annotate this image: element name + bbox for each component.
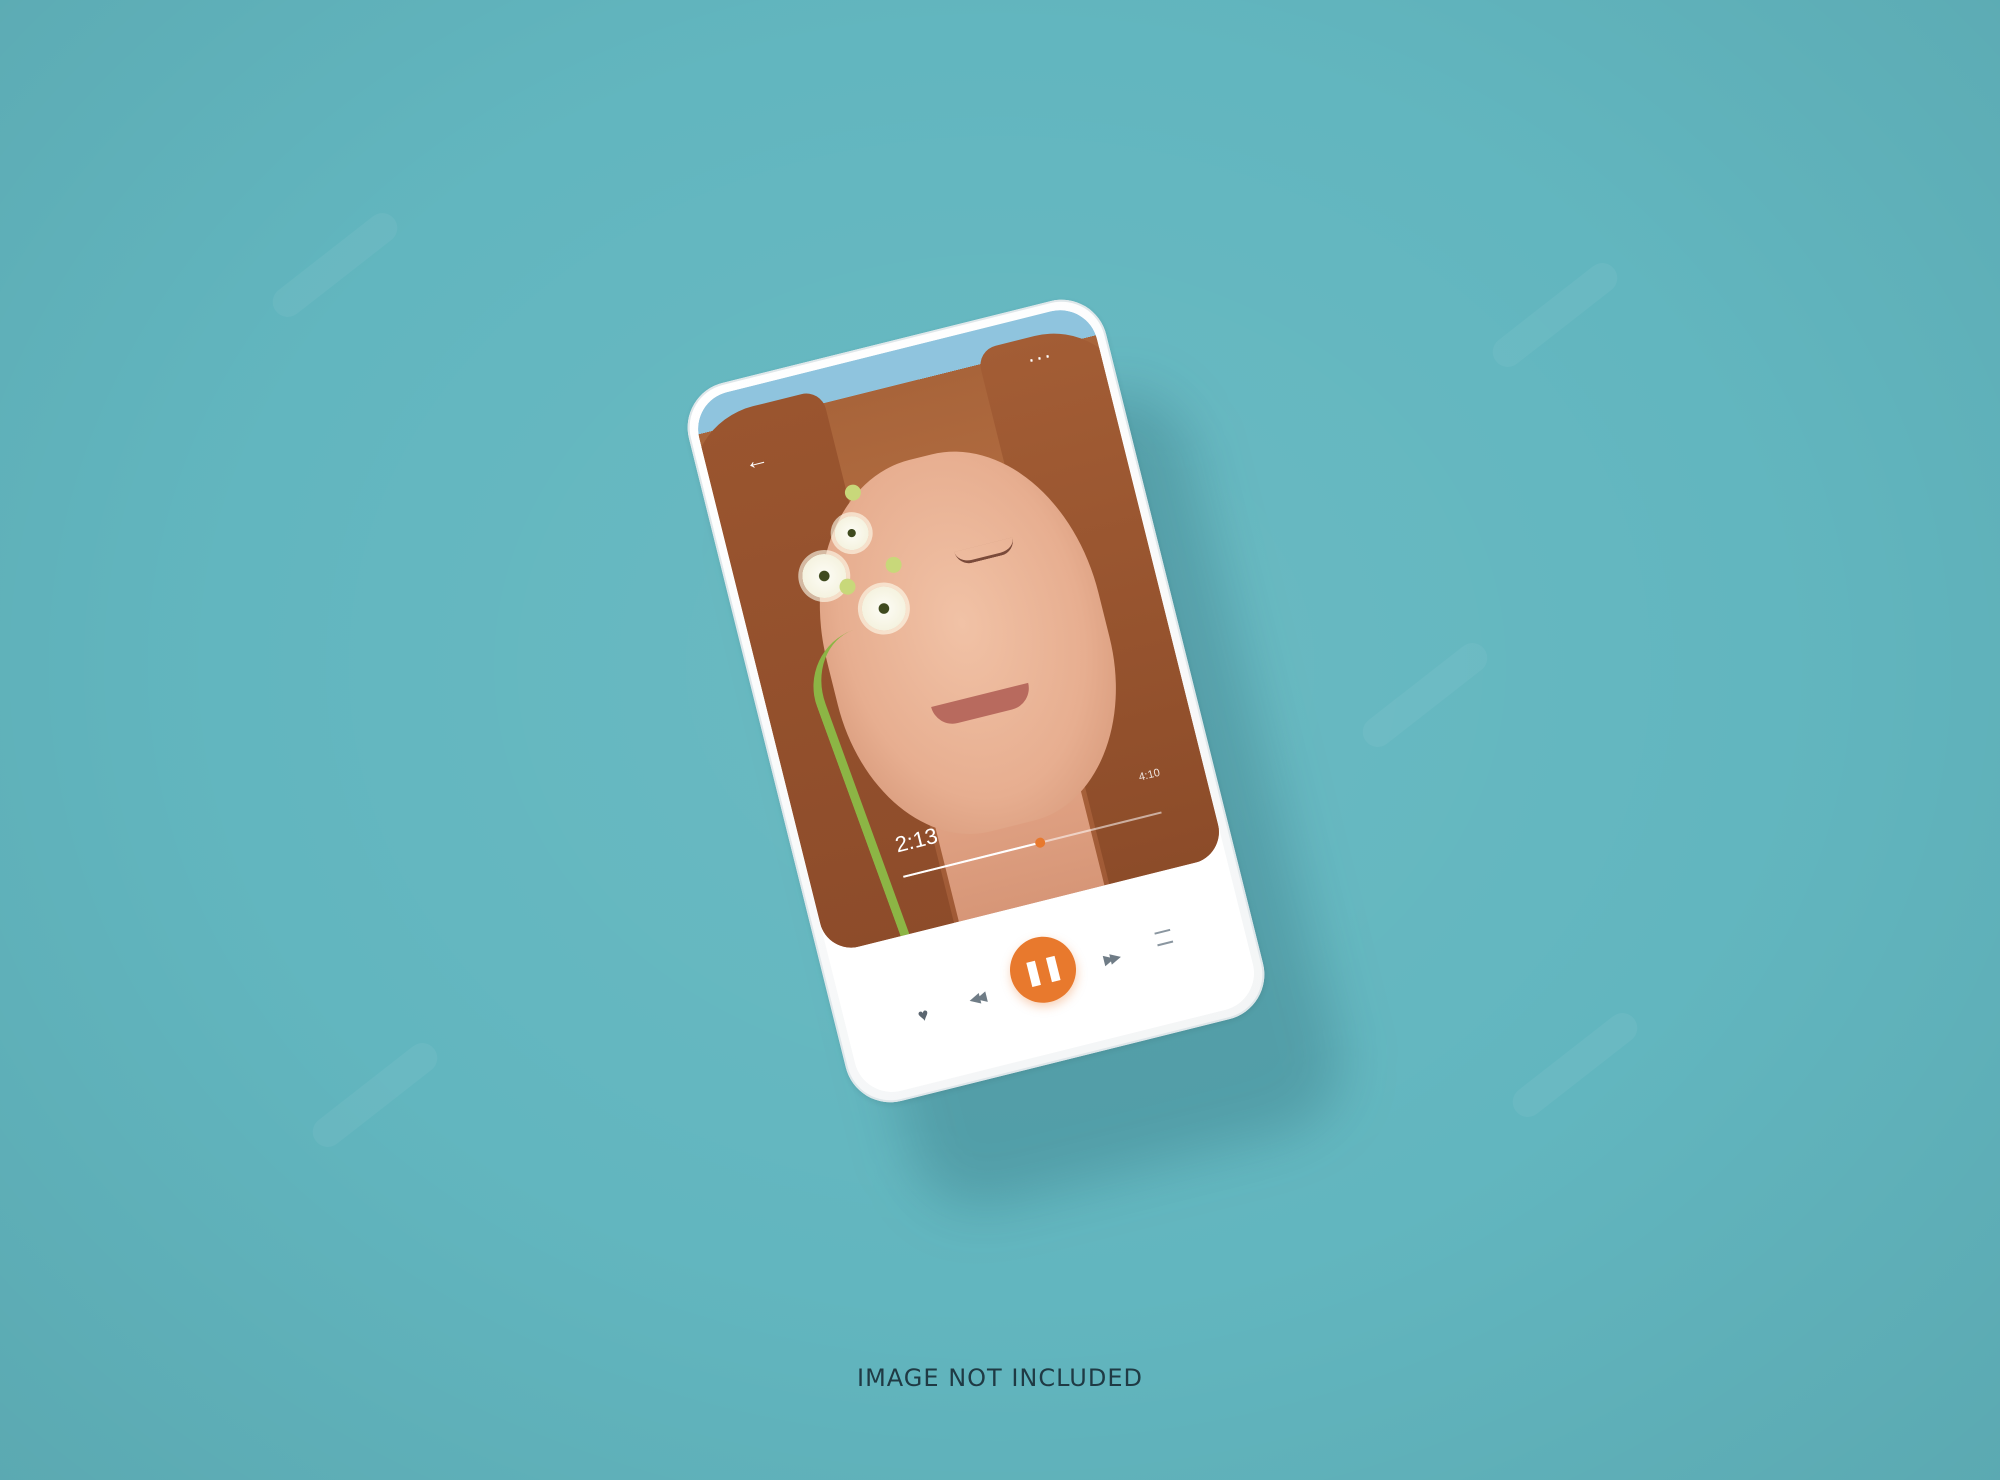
image-caption: IMAGE NOT INCLUDED [857,1364,1143,1392]
playlist-lines [1154,928,1174,947]
phone-mockup: ← ··· 2:13 4:10 ♥ ◀◀ ❚❚ ▶▶ [677,289,1275,1113]
pause-icon: ❚❚ [1020,951,1066,988]
watermark [1486,257,1624,373]
heart-icon[interactable]: ♥ [909,1001,938,1030]
pause-button[interactable]: ❚❚ [1003,929,1084,1010]
watermark [1506,1007,1644,1123]
rewind-icon[interactable]: ◀◀ [958,983,993,1014]
fast-forward-icon[interactable]: ▶▶ [1093,943,1128,974]
watermark [1356,637,1494,753]
watermark [266,207,404,323]
watermark [306,1037,444,1153]
playlist-icon[interactable] [1150,926,1178,949]
